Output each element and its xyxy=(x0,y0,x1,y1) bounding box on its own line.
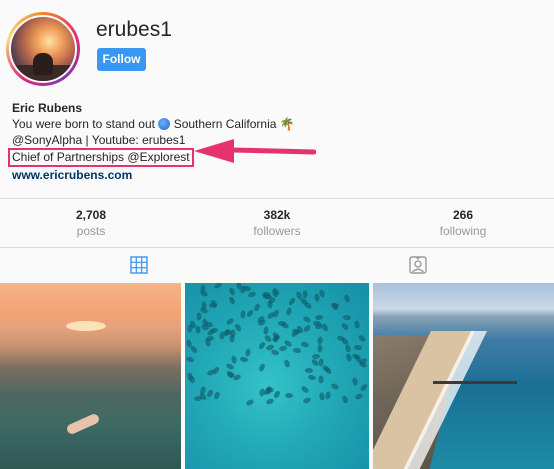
stingray-shape xyxy=(316,335,323,345)
stingray-shape xyxy=(186,324,194,334)
stingray-shape xyxy=(244,347,252,357)
stingray-shape xyxy=(263,326,270,336)
avatar[interactable] xyxy=(6,12,80,86)
stingray-shape xyxy=(300,340,310,349)
stingray-shape xyxy=(245,398,255,408)
stingray-shape xyxy=(277,320,287,327)
avatar-person xyxy=(33,53,53,75)
stat-following-label: following xyxy=(439,224,487,238)
stat-following-value: 266 xyxy=(452,208,474,222)
stingray-shape xyxy=(353,344,363,351)
stingray-shape xyxy=(307,373,317,381)
stingray-shape xyxy=(318,392,325,401)
stingray-shape xyxy=(351,377,359,387)
palm-tree-icon: 🌴 xyxy=(279,117,295,131)
profile-full-name: Eric Rubens xyxy=(12,101,83,115)
stingray-shape xyxy=(188,375,196,385)
stingray-shape xyxy=(185,356,195,364)
bio-location: Southern California xyxy=(173,117,277,131)
stingray-shape xyxy=(245,308,255,318)
profile-header: erubes1 Follow Eric Rubens You were born… xyxy=(0,0,554,200)
bio-line-1-text: You were born to stand out xyxy=(12,117,155,131)
pier xyxy=(433,381,517,384)
stingray-shape xyxy=(257,362,266,372)
globe-icon xyxy=(158,118,171,130)
stingray-shape xyxy=(357,334,368,344)
stingray-shape xyxy=(302,396,312,405)
stingray-shape xyxy=(316,344,323,353)
stingray-shape xyxy=(189,345,199,355)
avatar-image xyxy=(9,15,77,83)
stingray-shape xyxy=(302,314,312,324)
stingray-shape xyxy=(354,392,365,401)
stingray-shape xyxy=(300,385,310,395)
highlighted-bio-line: Chief of Partnerships @Explorest xyxy=(8,148,194,167)
stingray-shape xyxy=(196,312,202,321)
stingray-shape xyxy=(278,345,288,353)
stingray-shape xyxy=(318,288,326,299)
follow-button[interactable]: Follow xyxy=(97,48,146,71)
stingray-shape xyxy=(324,390,331,400)
stingray-shape xyxy=(285,392,294,398)
stingray-shape xyxy=(213,283,224,290)
floating-person xyxy=(65,412,101,436)
stingray-shape xyxy=(340,322,350,332)
stat-following[interactable]: 266 following xyxy=(403,207,523,239)
stingray-shape xyxy=(227,286,236,297)
stingray-shape xyxy=(285,306,293,316)
stingray-shape xyxy=(359,382,369,392)
stingray-shape xyxy=(353,320,361,329)
profile-username: erubes1 xyxy=(96,18,172,41)
stingray-shape xyxy=(240,310,247,319)
stingray-shape xyxy=(341,394,349,404)
post-thumbnail-1[interactable] xyxy=(0,283,181,469)
stingray-shape xyxy=(302,323,312,334)
stingray-shape xyxy=(314,314,324,321)
bio-line-1: You were born to stand out Southern Cali… xyxy=(12,116,295,132)
stingray-shape xyxy=(198,289,209,299)
stingray-shape xyxy=(342,314,351,321)
annotation-arrow-icon xyxy=(194,139,316,163)
stingray-shape xyxy=(292,347,302,354)
stingray-shape xyxy=(345,344,352,354)
stingray-shape xyxy=(266,311,276,321)
profile-tabs xyxy=(0,249,554,281)
stingray-shape xyxy=(265,397,275,406)
profile-stats: 2,708 posts 382k followers 266 following xyxy=(0,198,554,248)
stingray-shape xyxy=(239,356,248,363)
stingray-shape xyxy=(272,389,282,399)
stingray-shape xyxy=(224,316,235,326)
post-thumbnail-3[interactable] xyxy=(373,283,554,469)
stingray-shape xyxy=(318,375,324,384)
stingray-shape xyxy=(330,382,340,391)
stat-followers[interactable]: 382k followers xyxy=(217,207,337,239)
stingray-shape xyxy=(247,290,257,299)
tagged-portrait-icon[interactable] xyxy=(408,255,428,275)
stingray-shape xyxy=(213,391,221,401)
stingray-shape xyxy=(343,293,351,303)
post-thumbnail-2[interactable] xyxy=(185,283,369,469)
stingray-shape xyxy=(253,302,262,313)
stat-posts-value: 2,708 xyxy=(75,208,107,222)
stat-followers-label: followers xyxy=(253,224,301,238)
stingray-shape xyxy=(230,354,238,364)
stingray-shape xyxy=(287,296,297,307)
grid-icon[interactable] xyxy=(129,255,149,275)
sunset-sun xyxy=(66,321,106,331)
stat-followers-value: 382k xyxy=(263,208,291,222)
stingray-shape xyxy=(282,359,291,369)
stingray-shape xyxy=(304,367,314,373)
stingray-shape xyxy=(227,295,237,305)
stat-posts-label: posts xyxy=(76,224,106,238)
stat-posts[interactable]: 2,708 posts xyxy=(31,207,151,239)
stingray-shape xyxy=(303,301,313,311)
